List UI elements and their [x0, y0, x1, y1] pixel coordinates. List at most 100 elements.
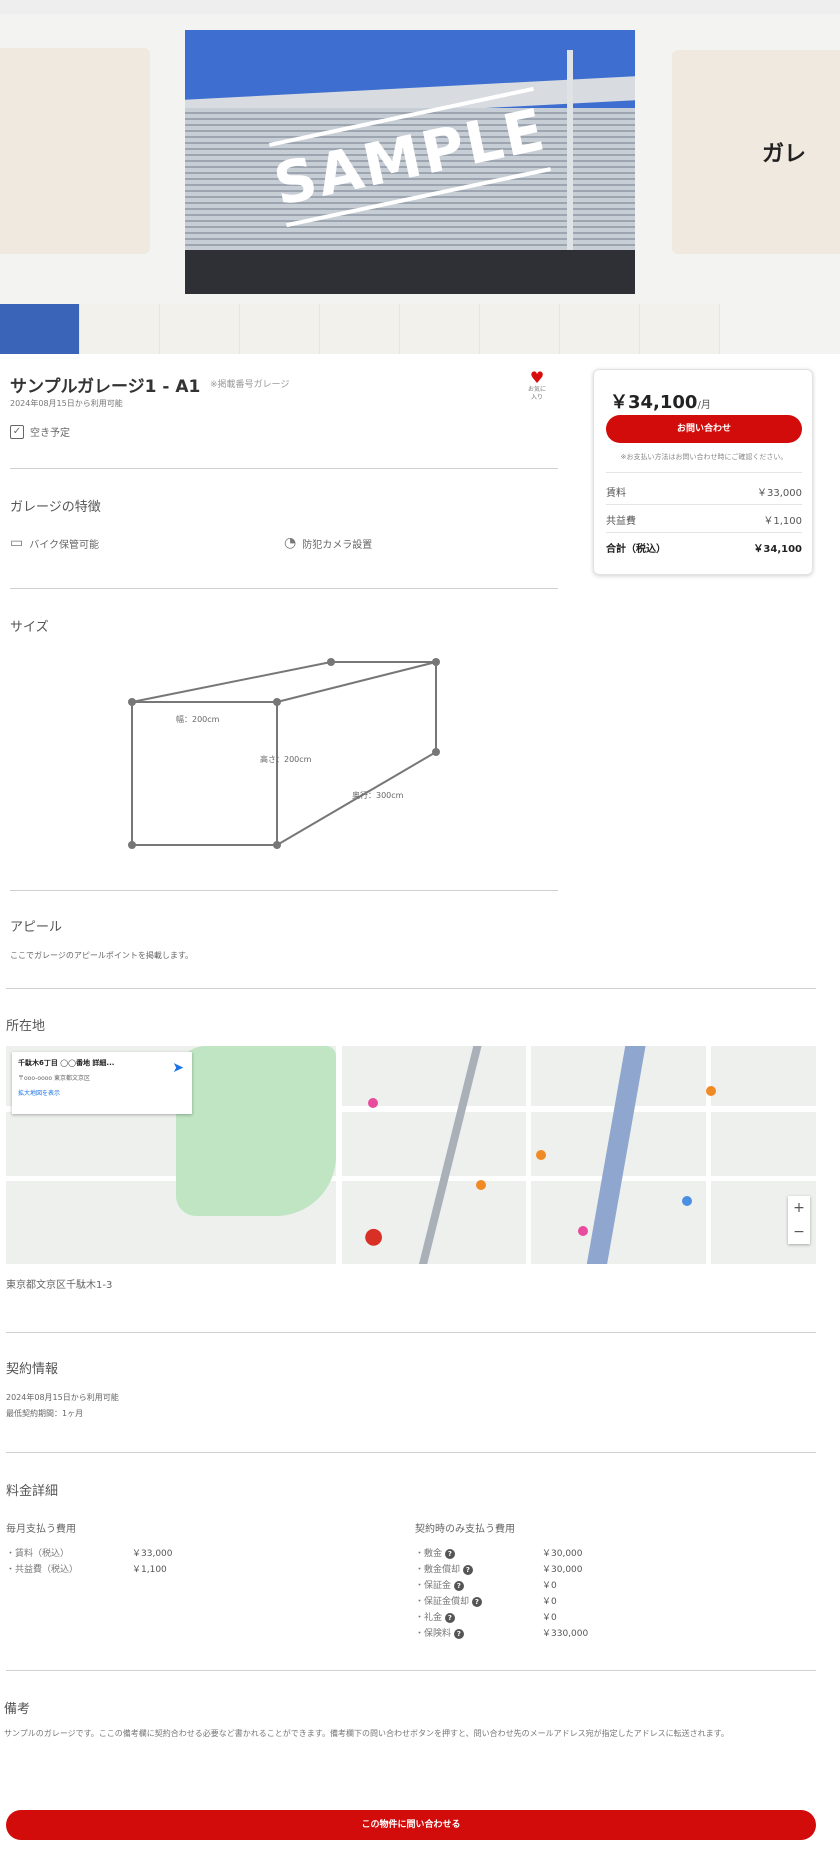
divider: [6, 1670, 816, 1671]
divider: [10, 588, 558, 589]
fee-label: ・共益費（税込）: [6, 1565, 79, 1575]
map-pin-icon[interactable]: ●: [364, 1224, 383, 1249]
thumbnail[interactable]: [240, 304, 320, 354]
thumbnail[interactable]: [320, 304, 400, 354]
garage-photo[interactable]: SAMPLE: [185, 30, 635, 294]
fee-label: ・敷金償却: [415, 1565, 461, 1575]
card-divider: [606, 532, 802, 533]
zoom-in-button[interactable]: +: [788, 1196, 810, 1220]
fee-value: ￥330,000: [542, 1629, 589, 1639]
help-icon[interactable]: ?: [444, 1613, 455, 1623]
favorite-label: お気に入り: [528, 386, 547, 401]
help-icon[interactable]: ?: [471, 1597, 482, 1607]
contract-title: 契約情報: [6, 1362, 59, 1377]
help-icon[interactable]: ?: [453, 1581, 464, 1591]
divider: [6, 1452, 816, 1453]
fee-value: ￥33,000: [132, 1549, 173, 1559]
size-diagram: [128, 658, 440, 849]
height-label: 高さ：200cm: [260, 755, 312, 764]
payment-note: ※お支払い方法はお問い合わせ時にご確認ください。: [620, 453, 788, 461]
map-park: [176, 1046, 336, 1216]
map-poi: [706, 1086, 716, 1096]
help-icon[interactable]: ?: [444, 1549, 455, 1559]
heart-icon: ♥: [529, 368, 545, 387]
fee-row: ・敷金償却 ?: [415, 1562, 473, 1575]
zoom-out-button[interactable]: −: [788, 1220, 810, 1244]
fee-row: ・保証金償却 ?: [415, 1594, 482, 1607]
availability-status: ✓ 空き予定: [10, 424, 70, 439]
map-popup-address: 〒ooo-oooo 東京都文京区: [18, 1075, 90, 1082]
map[interactable]: 千駄木6丁目 ◯◯番地 詳細... 〒ooo-oooo 東京都文京区 拡大地図を…: [6, 1046, 816, 1264]
remarks-title: 備考: [4, 1702, 31, 1717]
inquire-button[interactable]: この物件に問い合わせる: [6, 1810, 816, 1840]
next-slide-text: ガレ: [762, 142, 807, 167]
availability-label: 空き予定: [30, 428, 70, 439]
feature-label: バイク保管可能: [29, 539, 100, 551]
map-popup-title: 千駄木6丁目 ◯◯番地 詳細...: [18, 1059, 115, 1067]
width-label: 幅：200cm: [176, 715, 220, 724]
divider: [6, 988, 816, 989]
fees-title: 料金詳細: [6, 1484, 59, 1499]
feature-item: ▭ バイク保管可能: [10, 535, 99, 551]
fee-value: ￥0: [542, 1597, 557, 1607]
common-fee-row: 共益費 ￥1,100: [606, 512, 802, 527]
map-road: [336, 1046, 342, 1264]
fee-row: ・保証金 ?: [415, 1578, 464, 1591]
top-band: [0, 0, 840, 14]
help-icon[interactable]: ?: [453, 1629, 464, 1639]
fee-label: ・保険料: [415, 1629, 452, 1639]
contract-line: 2024年08月15日から利用可能: [6, 1393, 119, 1402]
fee-label: ・保証金: [415, 1581, 452, 1591]
thumbnail[interactable]: [640, 304, 720, 354]
common-fee-label: 共益費: [606, 516, 636, 527]
thumbnail[interactable]: [560, 304, 640, 354]
fee-value: ￥0: [542, 1613, 557, 1623]
fee-row-deposit: ・敷金 ?: [415, 1546, 455, 1559]
favorite-button[interactable]: ♥ お気に入り: [528, 368, 546, 402]
thumbnail[interactable]: [0, 304, 80, 354]
card-divider: [606, 504, 802, 505]
feature-item: ◔ 防犯カメラ設置: [284, 535, 372, 551]
map-enlarge-link[interactable]: 拡大地図を表示: [18, 1088, 186, 1097]
map-poi: [536, 1150, 546, 1160]
remarks-text: サンプルのガレージです。ここの備考欄に契約合わせる必要など書かれることができます…: [4, 1729, 729, 1738]
contract-line: 最低契約期間：1ヶ月: [6, 1409, 84, 1418]
thumbnail[interactable]: [160, 304, 240, 354]
thumbnail[interactable]: [480, 304, 560, 354]
zoom-control[interactable]: + −: [788, 1196, 810, 1244]
divider: [10, 890, 558, 891]
price-card: ￥34,100/月 お問い合わせ ※お支払い方法はお問い合わせ時にご確認ください…: [593, 369, 813, 575]
rent-label: 賃料: [606, 488, 626, 499]
help-icon[interactable]: ?: [462, 1565, 473, 1575]
common-fee-value: ￥1,100: [763, 516, 802, 527]
price-value: ￥34,100: [610, 392, 698, 413]
map-road: [706, 1046, 711, 1264]
contact-button[interactable]: お問い合わせ: [606, 415, 802, 443]
map-highway: [585, 1046, 647, 1264]
total-row: 合計（税込） ￥34,100: [606, 540, 802, 555]
map-info-popup: 千駄木6丁目 ◯◯番地 詳細... 〒ooo-oooo 東京都文京区 拡大地図を…: [12, 1052, 192, 1114]
divider: [6, 1332, 816, 1333]
fee-label: ・敷金: [415, 1549, 443, 1559]
listing-title: サンプルガレージ1 - A1: [10, 377, 201, 397]
thumbnail[interactable]: [400, 304, 480, 354]
bike-icon: ▭: [10, 535, 24, 551]
thumbnail-strip: [0, 304, 840, 354]
thumbnail[interactable]: [80, 304, 160, 354]
total-label: 合計（税込）: [606, 544, 666, 555]
rent-value: ￥33,000: [757, 488, 802, 499]
appeal-text: ここでガレージのアピールポイントを掲載します。: [10, 951, 194, 960]
feature-label: 防犯カメラ設置: [302, 539, 373, 551]
fee-value: ￥30,000: [542, 1565, 583, 1575]
map-poi: [476, 1180, 486, 1190]
available-date: 2024年08月15日から利用可能: [10, 399, 123, 408]
carousel-next-slide[interactable]: ガレ: [672, 50, 840, 254]
directions-icon[interactable]: ➤: [172, 1060, 184, 1076]
address: 東京都文京区千駄木1-3: [6, 1280, 113, 1291]
map-poi: [682, 1196, 692, 1206]
features-title: ガレージの特徴: [10, 500, 101, 515]
map-road: [526, 1046, 531, 1264]
map-road: [6, 1176, 816, 1181]
image-carousel[interactable]: SAMPLE ガレ: [0, 14, 840, 304]
carousel-prev-slide[interactable]: [0, 48, 150, 254]
